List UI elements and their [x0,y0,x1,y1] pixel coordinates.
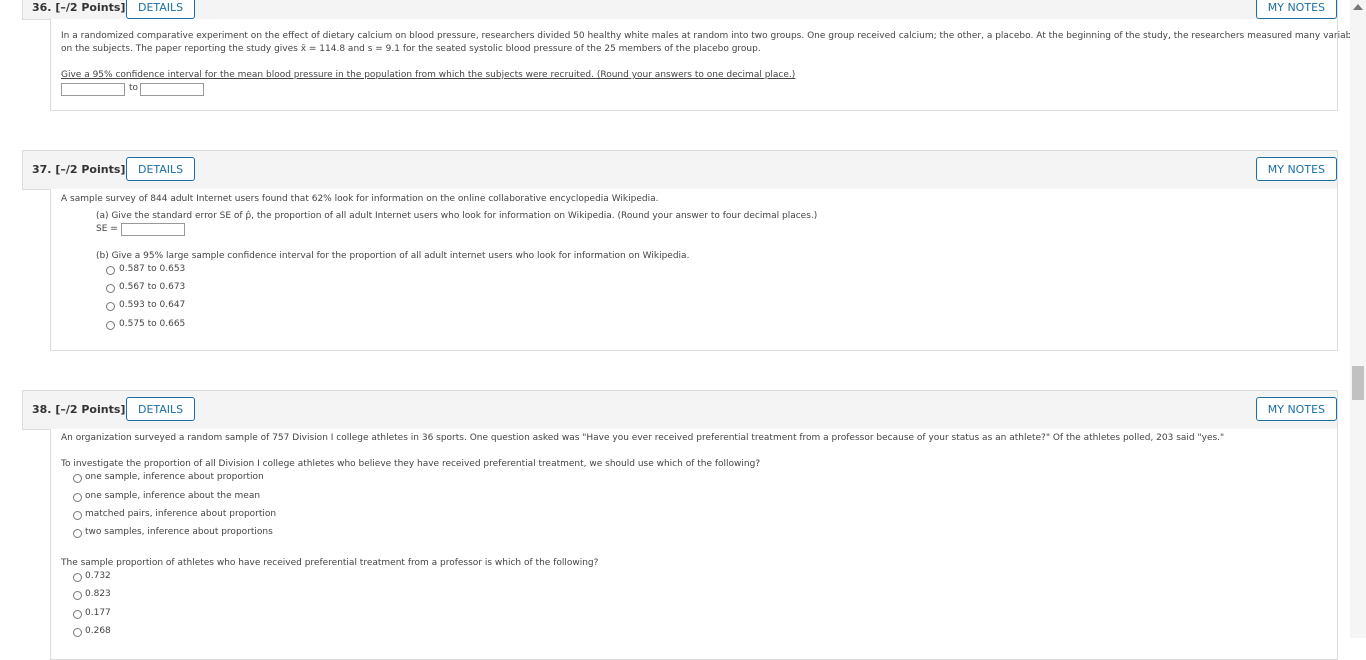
se-label: SE = [96,224,118,234]
se-input[interactable] [121,223,185,236]
question-36: 36. [–/2 Points] DETAILS MY NOTES In a r… [22,0,1365,111]
radio-option-2[interactable] [73,493,82,502]
question-prompt: To investigate the proportion of all Div… [61,459,761,469]
to-label: to [129,83,139,93]
option-label: 0.823 [85,589,111,599]
radio-option-3[interactable] [73,511,82,520]
radio-option-1[interactable] [73,573,82,582]
question-header: 36. [–/2 Points] DETAILS MY NOTES [22,0,1338,20]
radio-option-3[interactable] [106,302,115,311]
radio-option-4[interactable] [73,628,82,637]
option-label: 0.268 [85,626,111,636]
question-number: 38. [–/2 Points] [32,403,126,416]
option-label: 0.567 to 0.673 [119,282,186,292]
option-label: 0.575 to 0.665 [119,319,186,329]
question-text: on the subjects. The paper reporting the… [61,44,761,54]
option-label: one sample, inference about proportion [85,472,264,482]
ci-lower-input[interactable] [61,83,125,96]
question-number: 36. [–/2 Points] [32,1,126,14]
option-label: 0.587 to 0.653 [119,264,186,274]
question-prompt: The sample proportion of athletes who ha… [61,558,599,568]
question-text: A sample survey of 844 adult Internet us… [61,194,659,204]
question-text: In a randomized comparative experiment o… [61,31,1365,41]
option-label: two samples, inference about proportions [85,527,273,537]
question-body: In a randomized comparative experiment o… [50,19,1365,111]
radio-option-1[interactable] [73,474,82,483]
radio-option-1[interactable] [106,266,115,275]
details-button[interactable]: DETAILS [126,397,196,421]
scroll-up-icon[interactable] [1353,4,1363,10]
question-prompt: Give a 95% confidence interval for the m… [61,70,796,80]
radio-option-4[interactable] [106,321,115,330]
question-body: A sample survey of 844 adult Internet us… [50,189,1338,351]
question-number: 37. [–/2 Points] [32,163,126,176]
radio-option-3[interactable] [73,610,82,619]
details-button[interactable]: DETAILS [126,157,196,181]
question-38: 38. [–/2 Points] DETAILS MY NOTES An org… [22,390,1338,660]
question-header: 37. [–/2 Points] DETAILS MY NOTES [22,150,1338,190]
option-label: 0.732 [85,571,111,581]
option-label: one sample, inference about the mean [85,491,261,501]
part-a-text: (a) Give the standard error SE of p̂, th… [96,211,818,221]
question-text: An organization surveyed a random sample… [61,433,1225,443]
question-body: An organization surveyed a random sample… [50,429,1338,660]
part-b-text: (b) Give a 95% large sample confidence i… [96,251,690,261]
scrollbar-thumb[interactable] [1352,366,1364,400]
radio-option-2[interactable] [73,591,82,600]
option-label: matched pairs, inference about proportio… [85,509,277,519]
question-header: 38. [–/2 Points] DETAILS MY NOTES [22,390,1338,430]
radio-option-2[interactable] [106,284,115,293]
option-label: 0.593 to 0.647 [119,300,186,310]
my-notes-button[interactable]: MY NOTES [1255,397,1337,421]
option-label: 0.177 [85,608,111,618]
my-notes-button[interactable]: MY NOTES [1255,157,1337,181]
ci-upper-input[interactable] [140,83,204,96]
details-button[interactable]: DETAILS [126,0,196,19]
my-notes-button[interactable]: MY NOTES [1255,0,1337,19]
vertical-scrollbar[interactable] [1350,0,1366,638]
question-37: 37. [–/2 Points] DETAILS MY NOTES A samp… [22,150,1338,351]
radio-option-4[interactable] [73,529,82,538]
